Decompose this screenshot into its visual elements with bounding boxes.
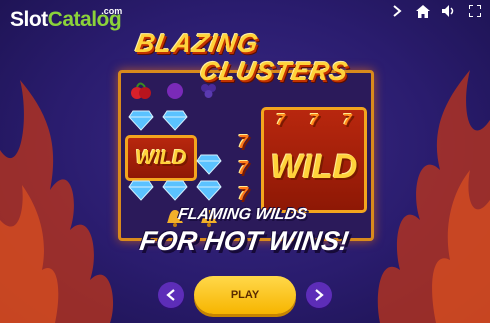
seven-symbol: 7 [237,157,248,178]
plum-symbol [161,77,189,103]
play-label: PLAY [230,289,260,301]
slotcatalog-watermark: Slot Catalog .com [10,6,123,32]
seven-symbol: 7 [309,112,319,129]
diamond-symbol [161,107,189,133]
wild-symbol-small: WILD [125,135,197,181]
tagline-line2: FOR HOT WINS! [137,226,351,256]
logo-clusters: CLUSTERS [197,56,351,86]
fullscreen-icon[interactable] [468,4,482,18]
diamond-symbol [195,151,223,177]
watermark-slot: Slot [10,8,48,31]
chevron-left-icon [166,289,175,301]
seven-symbol: 7 [237,131,248,152]
tagline-line1: FLAMING WILDS [176,206,309,223]
chevron-right-icon [315,289,324,301]
diamond-symbol [127,177,155,203]
diamond-symbol [195,177,223,203]
cherry-symbol [127,77,155,103]
diamond-symbol [127,107,155,133]
wild-symbol-large: 7 7 7 WILD [261,107,367,213]
next-button[interactable] [306,282,332,308]
wild-label-small: WILD [135,146,187,169]
seven-symbol: 7 [276,112,286,129]
seven-row: 7 7 7 [264,112,364,130]
top-toolbar [390,4,482,18]
seven-symbol: 7 [342,112,352,129]
seven-symbol: 7 [237,183,248,204]
watermark-com: .com [101,6,123,16]
previous-button[interactable] [158,282,184,308]
chevron-right-icon[interactable] [390,4,404,18]
wild-label-large: WILD [270,147,358,186]
game-intro-screen: Slot Catalog .com WILD 7 7 7 7 7 7 WILD … [0,0,490,323]
sound-icon[interactable] [442,4,456,18]
play-button[interactable]: PLAY [194,276,296,314]
diamond-symbol [161,177,189,203]
home-icon[interactable] [416,4,430,18]
logo-blazing: BLAZING [133,28,262,58]
